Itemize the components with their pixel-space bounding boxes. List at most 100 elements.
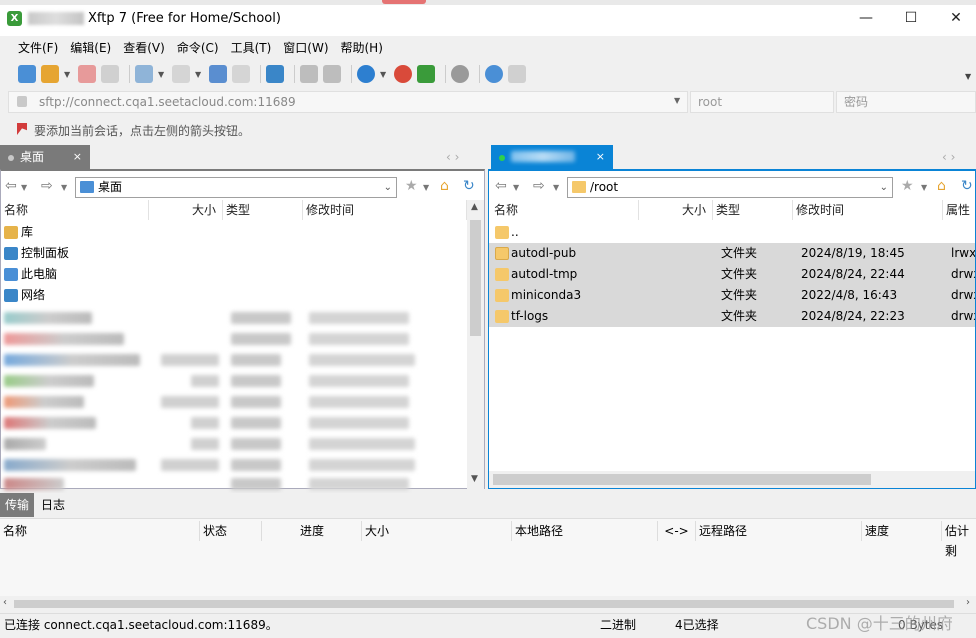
refresh-icon[interactable]: ↻ xyxy=(463,178,475,194)
menu-window[interactable]: 窗口(W) xyxy=(277,36,334,60)
reconnect-icon[interactable] xyxy=(101,65,119,83)
remote-horizontal-scrollbar[interactable] xyxy=(489,471,975,488)
settings-icon[interactable] xyxy=(451,65,469,83)
address-input[interactable]: sftp://connect.cqa1.seetacloud.com:11689 xyxy=(8,91,688,113)
column-header-attributes[interactable]: 属性 xyxy=(943,200,975,220)
tab-remote[interactable]: × xyxy=(491,145,613,169)
transfer-column-eta[interactable]: 估计剩 xyxy=(942,521,976,558)
tab-dropdown-icon[interactable]: ▼ xyxy=(158,70,166,79)
transfer-column-speed[interactable]: 速度 xyxy=(862,521,942,541)
transfer-column-name[interactable]: 名称 xyxy=(0,521,200,541)
globe-icon[interactable] xyxy=(357,65,375,83)
table-row[interactable]: miniconda3 文件夹 2022/4/8, 16:43 drwx xyxy=(489,285,975,306)
local-vertical-scrollbar[interactable]: ▲ ▼ xyxy=(467,200,484,489)
column-header-type[interactable]: 类型 xyxy=(223,200,303,220)
column-header-size[interactable]: 大小 xyxy=(639,200,713,220)
scroll-down-icon[interactable]: ▼ xyxy=(471,474,478,484)
scroll-up-icon[interactable]: ▲ xyxy=(471,202,478,212)
copy-icon[interactable] xyxy=(232,65,250,83)
column-header-name[interactable]: 名称 xyxy=(1,200,149,220)
parent-directory-row[interactable]: .. xyxy=(489,222,975,243)
tab-local[interactable]: 桌面 × xyxy=(0,145,90,169)
properties-icon[interactable] xyxy=(323,65,341,83)
scrollbar-thumb[interactable] xyxy=(493,474,871,485)
column-header-modified[interactable]: 修改时间 xyxy=(793,200,943,220)
back-arrow-icon[interactable]: ⇦ xyxy=(5,178,17,194)
transfer-icon[interactable] xyxy=(266,65,284,83)
minimize-button[interactable]: — xyxy=(856,8,876,28)
close-tab-icon[interactable]: × xyxy=(596,145,605,169)
table-row[interactable]: autodl-tmp 文件夹 2024/8/24, 22:44 drwx xyxy=(489,264,975,285)
menu-command[interactable]: 命令(C) xyxy=(171,36,225,60)
terminal-icon[interactable] xyxy=(172,65,190,83)
tab-log[interactable]: 日志 xyxy=(36,493,70,517)
close-button[interactable]: ✕ xyxy=(946,8,966,28)
transfer-column-size[interactable]: 大小 xyxy=(362,521,512,541)
column-header-modified[interactable]: 修改时间 xyxy=(303,200,467,220)
list-item[interactable]: 控制面板 xyxy=(1,243,484,264)
paste-icon[interactable] xyxy=(300,65,318,83)
scrollbar-thumb[interactable] xyxy=(470,220,481,336)
table-row[interactable]: autodl-pub 文件夹 2024/8/19, 18:45 lrwxr xyxy=(489,243,975,264)
path-dropdown-icon[interactable]: ⌄ xyxy=(880,178,888,197)
scrollbar-thumb[interactable] xyxy=(14,600,954,608)
column-header-type[interactable]: 类型 xyxy=(713,200,793,220)
transfer-column-status[interactable]: 状态 xyxy=(200,521,262,541)
maximize-button[interactable]: ☐ xyxy=(901,8,921,28)
column-header-size[interactable]: 大小 xyxy=(149,200,223,220)
column-header-name[interactable]: 名称 xyxy=(491,200,639,220)
refresh-icon[interactable]: ↻ xyxy=(961,178,973,194)
username-field[interactable]: root xyxy=(690,91,834,113)
new-tab-icon[interactable] xyxy=(135,65,153,83)
open-folder-icon[interactable] xyxy=(41,65,59,83)
forward-arrow-icon[interactable]: ⇨ xyxy=(41,178,53,194)
chat-icon[interactable] xyxy=(508,65,526,83)
globe-dropdown-icon[interactable]: ▼ xyxy=(380,70,388,79)
home-icon[interactable]: ⌂ xyxy=(937,178,946,194)
scroll-left-icon[interactable]: ‹ xyxy=(3,597,7,608)
list-item[interactable]: 此电脑 xyxy=(1,264,484,285)
local-path-input[interactable]: 桌面 ⌄ xyxy=(75,177,397,198)
forward-dropdown-icon[interactable]: ▼ xyxy=(553,183,559,192)
disconnect-icon[interactable] xyxy=(78,65,96,83)
forward-arrow-icon[interactable]: ⇨ xyxy=(533,178,545,194)
favorite-star-icon[interactable]: ★ xyxy=(901,178,914,194)
bookmark-icon[interactable] xyxy=(17,123,27,135)
remote-path-input[interactable]: /root ⌄ xyxy=(567,177,893,198)
favorite-dropdown-icon[interactable]: ▼ xyxy=(921,183,927,192)
help-icon[interactable] xyxy=(485,65,503,83)
list-item[interactable]: 网络 xyxy=(1,285,484,306)
transfer-column-remote-path[interactable]: 远程路径 xyxy=(696,521,862,541)
terminal-dropdown-icon[interactable]: ▼ xyxy=(195,70,203,79)
back-dropdown-icon[interactable]: ▼ xyxy=(513,183,519,192)
remote-tab-scroll-arrows[interactable]: ‹ › xyxy=(942,150,955,164)
xshell-icon[interactable] xyxy=(417,65,435,83)
transfer-column-local-path[interactable]: 本地路径 xyxy=(512,521,658,541)
transfer-column-progress[interactable]: 进度 xyxy=(262,521,362,541)
new-session-icon[interactable] xyxy=(18,65,36,83)
menu-tools[interactable]: 工具(T) xyxy=(225,36,278,60)
back-arrow-icon[interactable]: ⇦ xyxy=(495,178,507,194)
password-field[interactable]: 密码 xyxy=(836,91,976,113)
menu-file[interactable]: 文件(F) xyxy=(12,36,64,60)
open-dropdown-icon[interactable]: ▼ xyxy=(64,70,72,79)
toolbar-overflow-icon[interactable]: ▼ xyxy=(965,72,971,81)
local-tab-scroll-arrows[interactable]: ‹ › xyxy=(446,150,459,164)
tab-transfer[interactable]: 传输 xyxy=(0,493,34,517)
favorite-star-icon[interactable]: ★ xyxy=(405,178,418,194)
transfer-column-direction[interactable]: <-> xyxy=(658,521,696,541)
transfer-horizontal-scrollbar[interactable]: ‹ › xyxy=(0,597,976,611)
home-icon[interactable]: ⌂ xyxy=(440,178,449,194)
address-dropdown-icon[interactable]: ▼ xyxy=(674,96,680,105)
close-tab-icon[interactable]: × xyxy=(73,145,82,169)
path-dropdown-icon[interactable]: ⌄ xyxy=(384,178,392,197)
scroll-right-icon[interactable]: › xyxy=(966,597,970,608)
table-row[interactable]: tf-logs 文件夹 2024/8/24, 22:23 drwx xyxy=(489,306,975,327)
menu-help[interactable]: 帮助(H) xyxy=(335,36,389,60)
back-dropdown-icon[interactable]: ▼ xyxy=(21,183,27,192)
sync-icon[interactable] xyxy=(209,65,227,83)
menu-edit[interactable]: 编辑(E) xyxy=(64,36,117,60)
menu-view[interactable]: 查看(V) xyxy=(117,36,171,60)
forward-dropdown-icon[interactable]: ▼ xyxy=(61,183,67,192)
favorite-dropdown-icon[interactable]: ▼ xyxy=(423,183,429,192)
